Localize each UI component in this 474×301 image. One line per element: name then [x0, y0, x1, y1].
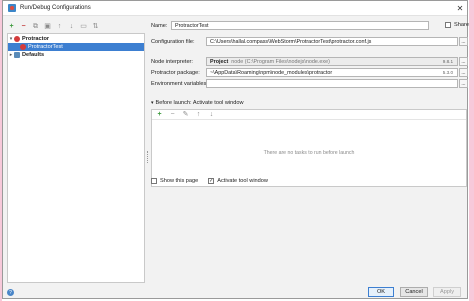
config-browse-button[interactable]: ...: [459, 37, 468, 46]
package-browse-button[interactable]: ...: [459, 68, 468, 77]
node-browse-button[interactable]: ...: [459, 57, 468, 66]
env-browse-button[interactable]: ...: [459, 79, 468, 88]
protractor-test-icon: [20, 44, 26, 50]
share-checkbox-box[interactable]: [445, 22, 451, 28]
empty-tasks-message: There are no tasks to run before launch: [263, 150, 355, 156]
apply-button[interactable]: Apply: [433, 287, 461, 297]
dialog-title: Run/Debug Configurations: [20, 5, 91, 11]
name-input[interactable]: ProtractorTest: [171, 21, 429, 30]
chevron-down-icon[interactable]: ▾: [151, 100, 154, 106]
config-file-label: Configuration file:: [151, 39, 195, 45]
splitter-grip[interactable]: [147, 151, 149, 163]
cancel-button[interactable]: Cancel: [400, 287, 428, 297]
node-interpreter-select[interactable]: Project node (C:\Program Files\nodejs\no…: [206, 57, 458, 66]
share-checkbox[interactable]: Share: [445, 22, 469, 28]
move-task-up-icon[interactable]: ↑: [194, 110, 203, 119]
tree-label-protractor-test: ProtractorTest: [28, 44, 63, 50]
protractor-icon: [14, 36, 20, 42]
remove-task-icon[interactable]: −: [168, 110, 177, 119]
save-icon[interactable]: ▣: [43, 22, 52, 31]
defaults-icon: [14, 52, 20, 58]
config-file-input[interactable]: C:\Users\hallal.compass\WebStorm\Protrac…: [206, 37, 458, 46]
config-tree: ▾ Protractor ProtractorTest ▸ Defaults: [7, 33, 145, 283]
activate-tool-box[interactable]: ✓: [208, 178, 215, 184]
node-interpreter-path: node (C:\Program Files\nodejs\node.exe): [231, 58, 330, 65]
show-page-label: Show this page: [160, 178, 199, 184]
protractor-package-label: Protractor package:: [151, 70, 200, 76]
add-task-icon[interactable]: +: [155, 110, 164, 119]
node-interpreter-project: Project: [210, 58, 229, 65]
run-debug-dialog: Run/Debug Configurations ✕ + − ⧉ ▣ ↑ ↓ ▭…: [2, 0, 469, 299]
tree-label-protractor: Protractor: [22, 36, 50, 42]
activate-tool-checkbox[interactable]: ✓ Activate tool window: [208, 178, 268, 184]
edit-task-icon[interactable]: ✎: [181, 110, 190, 119]
app-icon: [8, 4, 16, 12]
name-label: Name:: [151, 23, 168, 29]
dialog-footer: ? OK Cancel Apply: [3, 286, 467, 299]
help-icon[interactable]: ?: [7, 289, 14, 296]
copy-icon[interactable]: ⧉: [31, 22, 40, 31]
before-launch-panel: + − ✎ ↑ ↓ There are no tasks to run befo…: [151, 109, 467, 187]
show-page-checkbox[interactable]: Show this page: [151, 178, 198, 184]
add-icon[interactable]: +: [7, 22, 16, 31]
remove-icon[interactable]: −: [19, 22, 28, 31]
folder-icon[interactable]: ▭: [79, 22, 88, 31]
share-label: Share: [454, 22, 469, 28]
config-toolbar: + − ⧉ ▣ ↑ ↓ ▭ ⇅: [7, 21, 100, 31]
before-launch-title: Before launch: Activate tool window: [155, 100, 244, 106]
tree-item-protractor[interactable]: ▾ Protractor: [8, 35, 144, 43]
launch-options: Show this page ✓ Activate tool window: [151, 178, 268, 184]
tree-item-protractor-test[interactable]: ProtractorTest: [8, 43, 144, 51]
close-icon[interactable]: ✕: [453, 4, 467, 13]
activate-tool-label: Activate tool window: [217, 178, 268, 184]
move-down-icon[interactable]: ↓: [67, 22, 76, 31]
ok-button[interactable]: OK: [368, 287, 394, 297]
move-up-icon[interactable]: ↑: [55, 22, 64, 31]
env-vars-input[interactable]: [206, 79, 458, 88]
show-page-box[interactable]: [151, 178, 157, 184]
tree-label-defaults: Defaults: [22, 52, 45, 58]
sort-icon[interactable]: ⇅: [91, 22, 100, 31]
node-version: 9.8.1: [442, 59, 453, 64]
before-launch-header[interactable]: ▾ Before launch: Activate tool window: [151, 100, 244, 106]
move-task-down-icon[interactable]: ↓: [207, 110, 216, 119]
env-vars-label: Environment variables:: [151, 81, 208, 87]
before-launch-toolbar: + − ✎ ↑ ↓: [152, 110, 466, 120]
protractor-version: 5.3.0: [442, 70, 453, 75]
node-interpreter-label: Node interpreter:: [151, 59, 193, 65]
panel-splitter[interactable]: [146, 33, 150, 283]
title-bar: Run/Debug Configurations ✕: [3, 1, 467, 16]
background-edge-right: [469, 0, 474, 301]
protractor-package-select[interactable]: ~\AppData\Roaming\npm\node_modules\protr…: [206, 68, 458, 77]
tree-item-defaults[interactable]: ▸ Defaults: [8, 51, 144, 59]
